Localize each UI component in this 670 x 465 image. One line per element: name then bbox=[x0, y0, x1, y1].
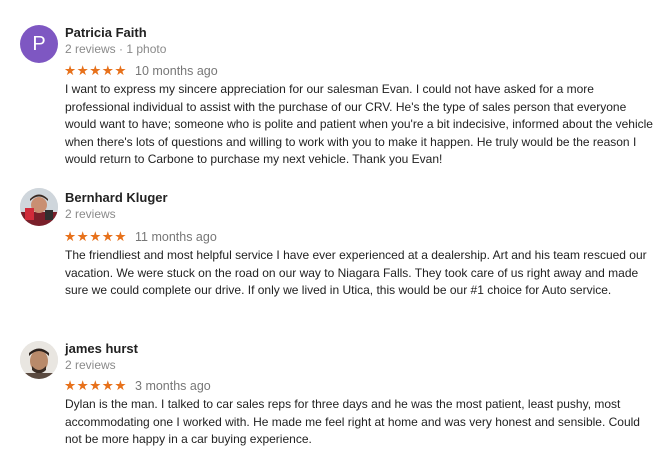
reviewer-name[interactable]: Bernhard Kluger bbox=[65, 190, 168, 205]
reviewer-meta[interactable]: 2 reviews · 1 photo bbox=[65, 42, 166, 56]
review-text: Dylan is the man. I talked to car sales … bbox=[65, 397, 640, 446]
review-text: The friendliest and most helpful service… bbox=[65, 248, 647, 297]
rating-row: ★★★★★ 3 months ago bbox=[64, 378, 211, 394]
reviewer-name[interactable]: james hurst bbox=[65, 341, 138, 356]
rating-row: ★★★★★ 11 months ago bbox=[64, 229, 217, 245]
review-time: 3 months ago bbox=[135, 379, 211, 393]
review-text: I want to express my sincere appreciatio… bbox=[65, 82, 653, 166]
avatar[interactable]: P bbox=[20, 25, 58, 63]
rating-row: ★★★★★ 10 months ago bbox=[64, 63, 218, 79]
reviewer-meta[interactable]: 2 reviews bbox=[65, 358, 116, 372]
star-rating-icon: ★★★★★ bbox=[64, 378, 128, 394]
star-rating-icon: ★★★★★ bbox=[64, 63, 128, 79]
avatar[interactable] bbox=[20, 341, 58, 379]
avatar-letter: P bbox=[32, 33, 46, 55]
review-time: 11 months ago bbox=[135, 230, 217, 244]
star-rating-icon: ★★★★★ bbox=[64, 229, 128, 245]
profile-photo-icon bbox=[20, 341, 58, 379]
reviewer-name[interactable]: Patricia Faith bbox=[65, 25, 147, 40]
review-time: 10 months ago bbox=[135, 64, 218, 78]
avatar[interactable] bbox=[20, 188, 58, 226]
profile-photo-icon bbox=[20, 188, 58, 226]
reviewer-meta[interactable]: 2 reviews bbox=[65, 207, 116, 221]
